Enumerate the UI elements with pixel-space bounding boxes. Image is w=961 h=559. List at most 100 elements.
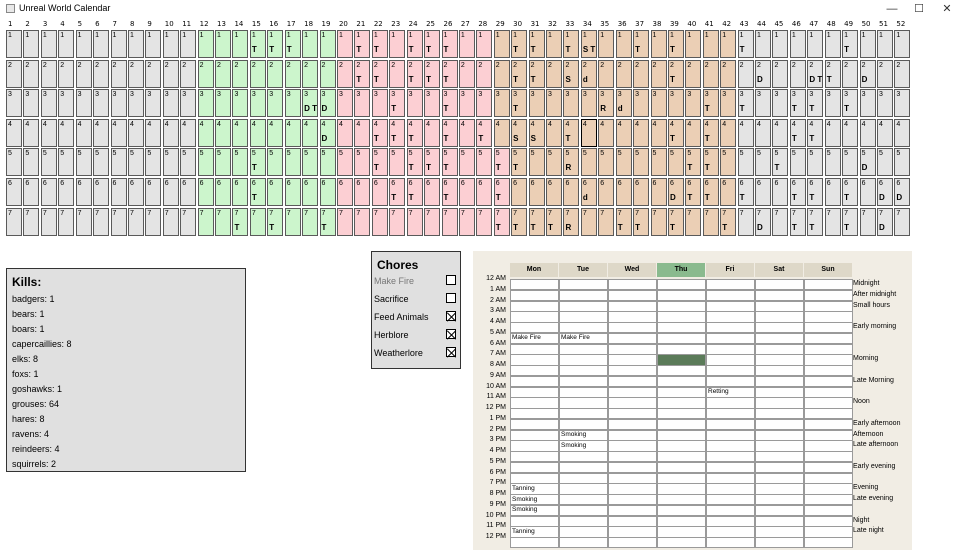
time-slot[interactable] (608, 289, 657, 301)
calendar-day-cell[interactable]: 4T (667, 118, 684, 147)
calendar-day-cell[interactable]: 1 (824, 30, 841, 58)
calendar-day-cell[interactable]: 6 (546, 178, 563, 206)
calendar-day-cell[interactable]: 4 (755, 118, 772, 147)
calendar-day-cell[interactable]: 3T (842, 89, 859, 118)
calendar-day-cell[interactable]: 4T (406, 118, 423, 147)
calendar-day-cell[interactable]: 5 (284, 148, 301, 177)
calendar-day-cell[interactable]: 7T (546, 207, 563, 236)
calendar-day-cell[interactable]: 1 (93, 30, 110, 58)
calendar-day-cell[interactable]: 5 (737, 148, 754, 177)
calendar-day-cell[interactable]: 6 (424, 178, 441, 206)
calendar-day-cell[interactable]: 2 (789, 59, 806, 88)
time-slot[interactable] (510, 300, 559, 312)
time-slot[interactable] (706, 526, 755, 538)
time-slot[interactable] (608, 354, 657, 366)
calendar-day-cell[interactable]: 1 (162, 30, 179, 58)
calendar-day-cell[interactable]: 3 (685, 89, 702, 118)
time-slot[interactable] (804, 279, 853, 291)
calendar-day-cell[interactable]: 4 (650, 118, 667, 147)
calendar-day-cell[interactable]: 4 (197, 118, 214, 147)
time-slot[interactable] (706, 418, 755, 430)
calendar-day-cell[interactable]: 7 (685, 207, 702, 236)
time-slot[interactable] (510, 451, 559, 463)
time-slot[interactable] (706, 451, 755, 463)
time-slot[interactable] (755, 311, 804, 323)
time-slot[interactable] (510, 343, 559, 355)
calendar-day-cell[interactable]: 5 (197, 148, 214, 177)
calendar-day-cell[interactable]: 1T (371, 30, 388, 58)
calendar-day-cell[interactable]: 4D (319, 118, 336, 147)
calendar-day-cell[interactable]: 1T (267, 30, 284, 58)
time-slot[interactable] (559, 483, 608, 495)
time-slot[interactable] (706, 429, 755, 441)
calendar-day-cell[interactable]: 7 (23, 207, 40, 236)
calendar-day-cell[interactable]: 5 (877, 148, 893, 177)
calendar-day-cell[interactable]: 2 (75, 59, 92, 88)
calendar-day-cell[interactable]: 3 (580, 89, 597, 118)
time-slot[interactable] (510, 386, 559, 398)
calendar-day-cell[interactable]: 5 (319, 148, 336, 177)
calendar-day-cell[interactable]: 3 D T (302, 89, 319, 118)
calendar-day-cell[interactable]: 7T (493, 207, 510, 236)
calendar-day-cell[interactable]: 2T (528, 59, 545, 88)
calendar-day-cell[interactable]: 2 (319, 59, 336, 88)
time-slot[interactable] (608, 332, 657, 344)
calendar-day-cell[interactable]: 4 (458, 118, 475, 147)
calendar-day-cell[interactable]: 6 (127, 178, 144, 206)
calendar-day-cell[interactable]: 7T (667, 207, 684, 236)
calendar-day-cell[interactable]: 2 (302, 59, 319, 88)
calendar-day-cell[interactable]: 1T (406, 30, 423, 58)
calendar-day-cell[interactable]: 4S (511, 118, 528, 147)
calendar-day-cell[interactable]: 3 (284, 89, 301, 118)
time-slot[interactable] (559, 397, 608, 409)
calendar-day-cell[interactable]: 3 (180, 89, 197, 118)
calendar-day-cell[interactable]: 1T (424, 30, 441, 58)
time-slot[interactable] (755, 365, 804, 377)
time-slot[interactable] (657, 451, 706, 463)
calendar-day-cell[interactable]: 6 (110, 178, 127, 206)
calendar-day-cell[interactable]: 3 (127, 89, 144, 118)
time-slot[interactable] (608, 279, 657, 291)
calendar-day-cell[interactable]: 5T (702, 148, 719, 177)
calendar-day-cell[interactable]: 5 (40, 148, 57, 177)
calendar-day-cell[interactable]: 6 (336, 178, 353, 206)
time-slot[interactable] (559, 365, 608, 377)
calendar-day-cell[interactable]: 5 (598, 148, 615, 177)
calendar-day-cell[interactable]: 1T (441, 30, 458, 58)
time-slot[interactable] (755, 289, 804, 301)
calendar-day-cell[interactable]: 4 (737, 118, 754, 147)
time-slot[interactable] (559, 461, 608, 473)
calendar-day-cell[interactable]: 5 (215, 148, 232, 177)
calendar-day-cell[interactable]: 4 (685, 118, 702, 147)
time-slot[interactable] (706, 408, 755, 420)
calendar-day-cell[interactable]: 3T (737, 89, 754, 118)
time-slot[interactable] (755, 461, 804, 473)
time-slot[interactable] (804, 397, 853, 409)
calendar-day-cell[interactable]: 1T (667, 30, 684, 58)
calendar-day-cell[interactable]: 3T (441, 89, 458, 118)
calendar-day-cell[interactable]: 7 (354, 207, 371, 236)
calendar-day-cell[interactable]: 7T (528, 207, 545, 236)
calendar-day-cell[interactable]: 5 (110, 148, 127, 177)
calendar-day-cell[interactable]: 7 (371, 207, 388, 236)
calendar-day-cell[interactable]: 3 (650, 89, 667, 118)
calendar-day-cell[interactable]: 3D (319, 89, 336, 118)
calendar-day-cell[interactable]: 6 (284, 178, 301, 206)
calendar-day-cell[interactable]: 1 (894, 30, 911, 58)
calendar-day-cell[interactable]: 5 (476, 148, 493, 177)
calendar-day-cell[interactable]: 7 (580, 207, 597, 236)
time-slot[interactable] (657, 494, 706, 506)
calendar-day-cell[interactable]: 6 (302, 178, 319, 206)
time-slot[interactable] (657, 397, 706, 409)
time-slot[interactable] (559, 289, 608, 301)
time-slot[interactable] (755, 504, 804, 516)
calendar-day-cell[interactable]: 5 (58, 148, 75, 177)
calendar-day-cell[interactable]: 3 (720, 89, 737, 118)
calendar-day-cell[interactable]: 3 (859, 89, 876, 118)
calendar-day-cell[interactable]: 2 (720, 59, 737, 88)
calendar-day-cell[interactable]: 5 (145, 148, 162, 177)
time-slot[interactable] (559, 526, 608, 538)
time-slot[interactable] (804, 472, 853, 484)
calendar-day-cell[interactable]: 7 (824, 207, 841, 236)
schedule-event[interactable]: Make Fire (512, 334, 541, 342)
